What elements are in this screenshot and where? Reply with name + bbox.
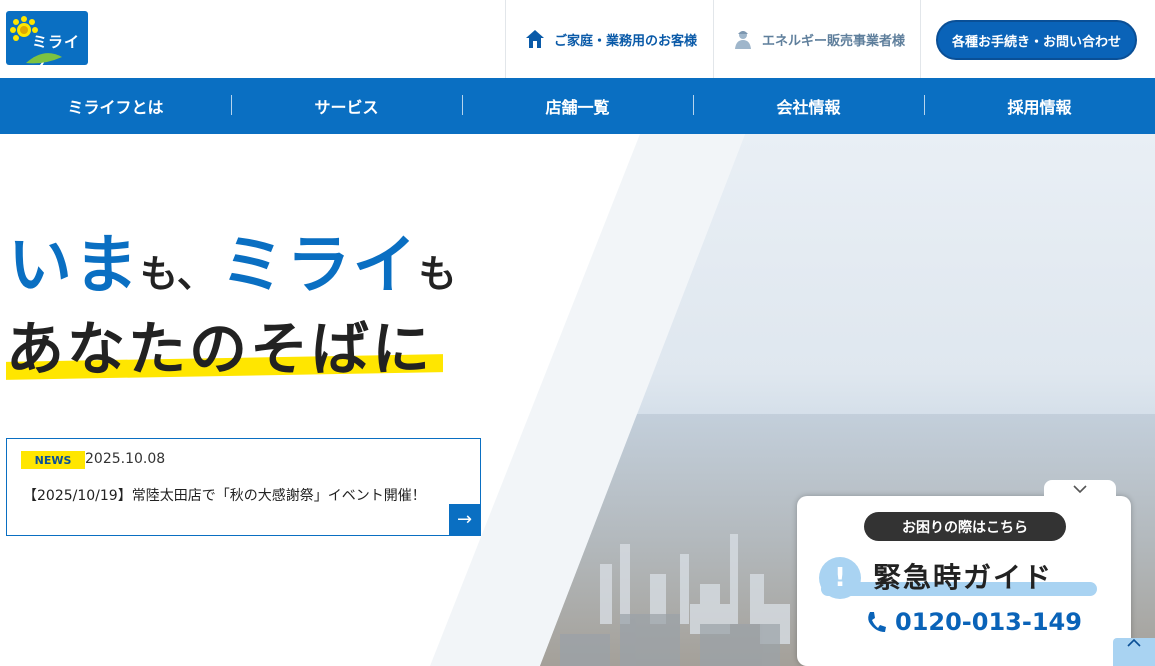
- global-nav: ミライフとは サービス 店舗一覧 会社情報 採用情報: [0, 78, 1155, 134]
- site-header: ミライフ ご家庭・業務用のお客様 エネルギー販売事業者様 各種お手続き・お問い合…: [0, 0, 1155, 78]
- help-pill: お困りの際はこちら: [864, 512, 1066, 541]
- leaf-icon: [26, 53, 62, 64]
- news-title: 【2025/10/19】常陸太田店で「秋の大感謝祭」イベント開催！: [23, 488, 426, 504]
- emergency-guide-panel[interactable]: お困りの際はこちら ! 緊急時ガイド 0120-013-149: [797, 480, 1131, 666]
- chevron-down-icon: [1073, 485, 1087, 494]
- nav-item-about[interactable]: ミライフとは: [0, 78, 231, 134]
- catch-mo: も: [418, 252, 457, 296]
- news-date: 2025.10.08: [85, 451, 166, 467]
- panel-toggle-tab[interactable]: [1044, 480, 1116, 498]
- hero-section: いまも、 ミライも あなたのそばに NEWS 2025.10.08 【2025/…: [0, 134, 1155, 666]
- energy-dealers-label: エネルギー販売事業者様: [762, 33, 906, 49]
- phone-icon: [868, 612, 886, 632]
- news-card[interactable]: NEWS 2025.10.08 【2025/10/19】常陸太田店で「秋の大感謝…: [6, 438, 481, 536]
- catch-copy-line2: あなたのそばに: [6, 302, 443, 386]
- house-icon: [526, 30, 544, 48]
- news-badge: NEWS: [21, 451, 85, 469]
- header-divider: [920, 0, 921, 78]
- contact-button[interactable]: 各種お手続き・お問い合わせ: [936, 20, 1137, 60]
- page-top-button[interactable]: [1113, 638, 1155, 666]
- energy-dealers-link[interactable]: エネルギー販売事業者様: [713, 0, 920, 78]
- catch-anata: あなたのそばに: [6, 315, 434, 383]
- nav-item-recruit[interactable]: 採用情報: [924, 78, 1155, 134]
- catch-ima: いま: [8, 229, 140, 303]
- worker-icon: [735, 31, 751, 49]
- catch-copy-line1: いまも、 ミライも: [8, 214, 456, 306]
- exclamation-icon: !: [819, 557, 861, 599]
- emergency-title: 緊急時ガイド: [873, 561, 1054, 594]
- catch-mo-comma: も、: [140, 252, 215, 296]
- emergency-phone[interactable]: 0120-013-149: [865, 608, 1082, 636]
- arrow-right-icon[interactable]: →: [449, 504, 480, 535]
- phone-number: 0120-013-149: [895, 608, 1082, 636]
- nav-item-services[interactable]: サービス: [231, 78, 462, 134]
- chevron-up-icon: [1127, 638, 1141, 647]
- home-customers-link[interactable]: ご家庭・業務用のお客様: [505, 0, 713, 78]
- mylife-logo[interactable]: ミライフ: [6, 11, 88, 65]
- catch-mirai: ミライ: [220, 229, 419, 303]
- nav-item-stores[interactable]: 店舗一覧: [462, 78, 693, 134]
- home-customers-label: ご家庭・業務用のお客様: [554, 33, 698, 49]
- nav-item-company[interactable]: 会社情報: [693, 78, 924, 134]
